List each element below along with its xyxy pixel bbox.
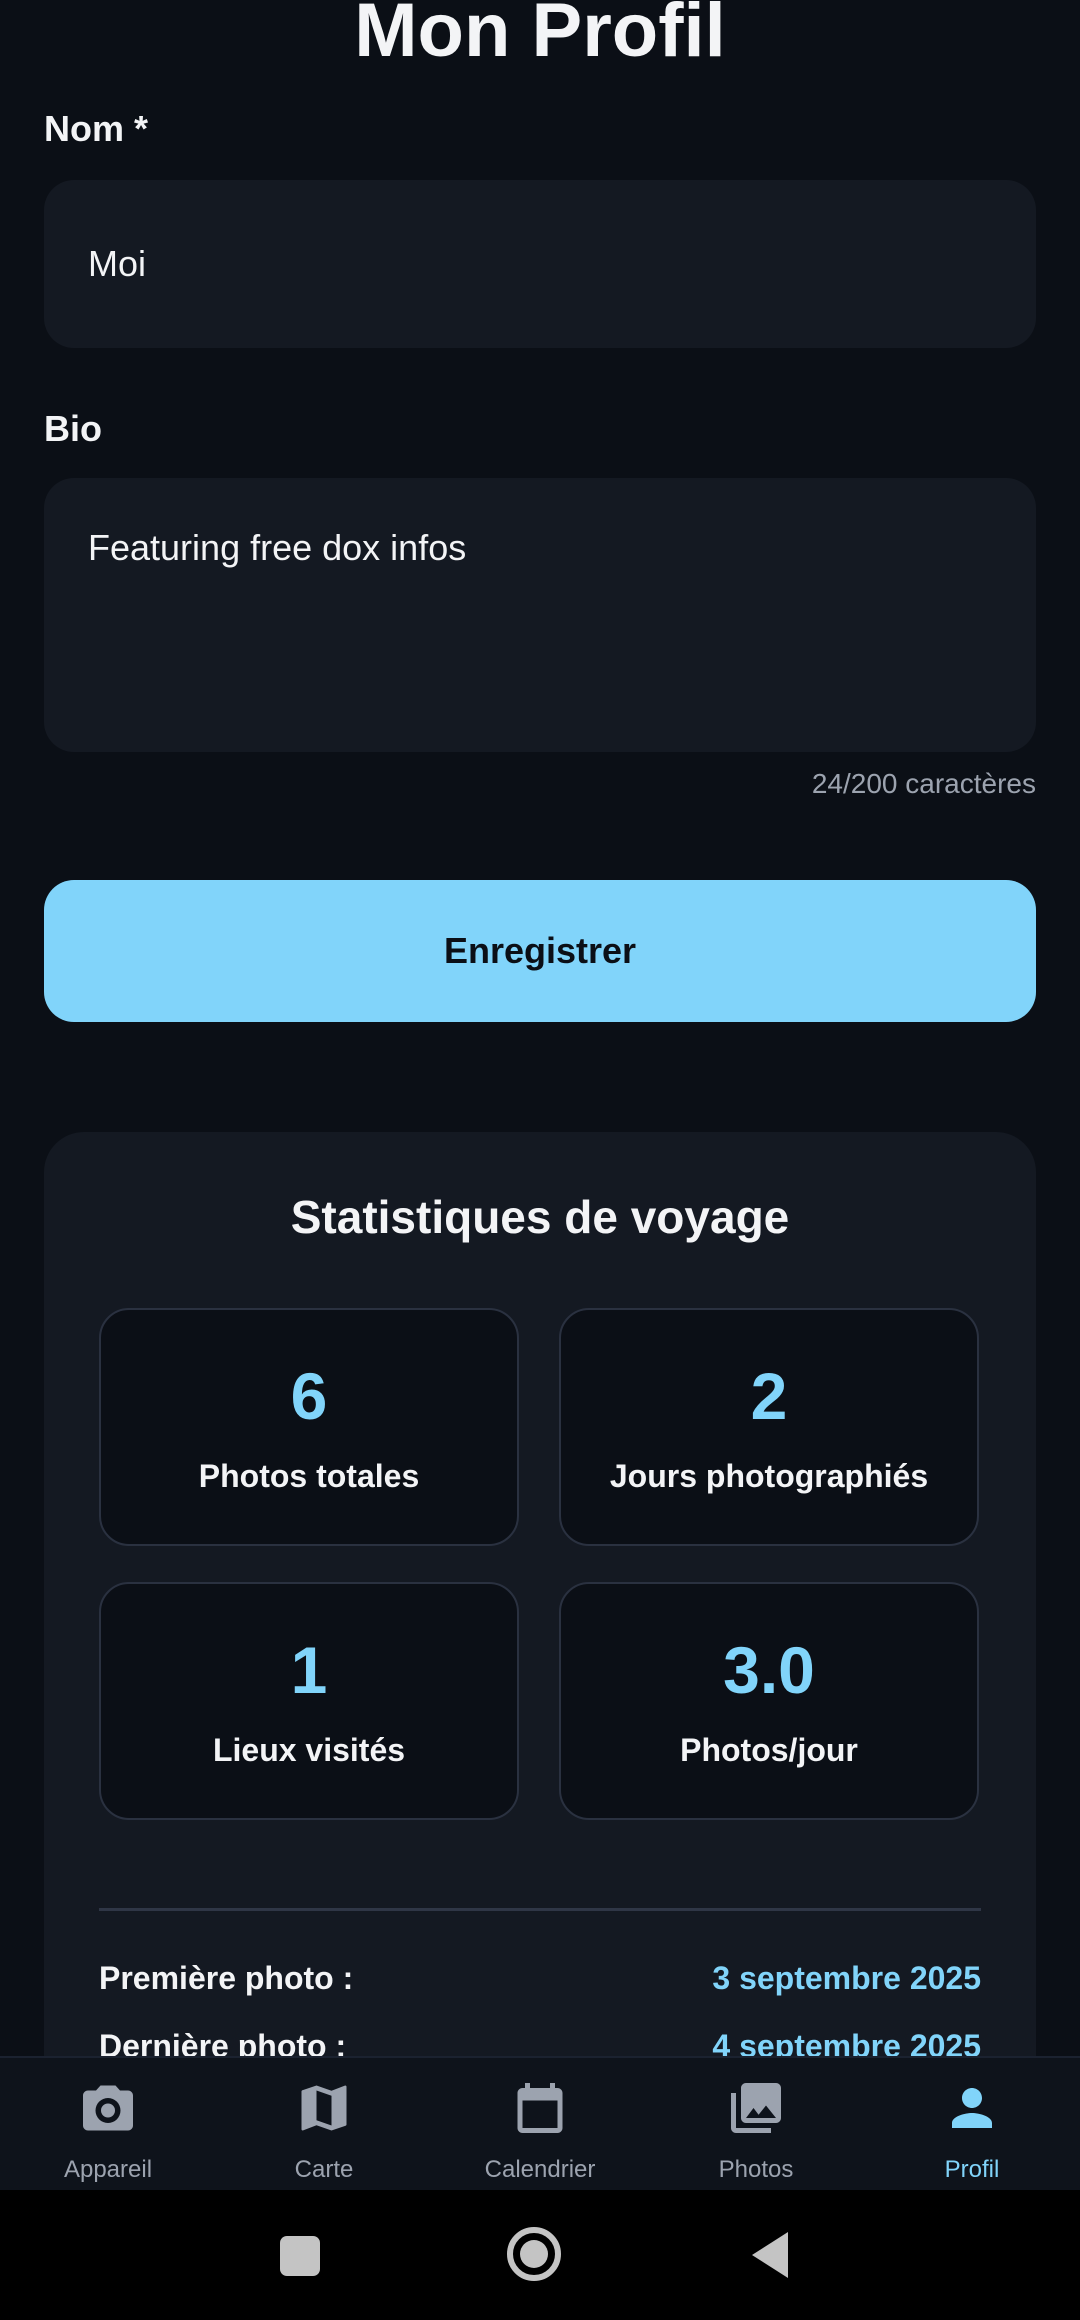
nav-item-carte[interactable]: Carte [216, 2058, 432, 2192]
calendar-icon [517, 2083, 563, 2133]
stat-label: Photos/jour [680, 1732, 858, 1768]
back-icon[interactable] [750, 2230, 790, 2280]
name-label: Nom * [44, 108, 149, 149]
nav-label: Photos [718, 2156, 794, 2183]
bio-field[interactable]: Featuring free dox infos [44, 478, 1036, 752]
recents-icon[interactable] [278, 2234, 322, 2278]
bottom-navigation: Appareil Carte Calendrier Photos Profil [0, 2056, 1080, 2192]
nav-item-profil[interactable]: Profil [864, 2058, 1080, 2192]
stats-title: Statistiques de voyage [290, 1191, 790, 1243]
nav-label: Carte [294, 2156, 354, 2183]
save-button[interactable]: Enregistrer [44, 880, 1036, 1022]
nav-item-photos[interactable]: Photos [648, 2058, 864, 2192]
bio-character-counter: 24/200 caractères [811, 768, 1036, 799]
stat-places-visited: 1 Lieux visités [99, 1582, 519, 1820]
nav-item-appareil[interactable]: Appareil [0, 2058, 216, 2192]
first-photo-label: Première photo : [99, 1960, 354, 1996]
photo-library-icon [731, 2083, 781, 2133]
stat-label: Photos totales [198, 1458, 420, 1494]
stat-photos-per-day: 3.0 Photos/jour [559, 1582, 979, 1820]
first-photo-date: 3 septembre 2025 [712, 1960, 981, 1996]
stat-label: Lieux visités [212, 1732, 406, 1768]
page-title: Mon Profil [354, 0, 726, 73]
nav-label: Calendrier [484, 2156, 596, 2183]
stats-divider [99, 1908, 981, 1911]
name-field[interactable]: Moi [44, 180, 1036, 348]
stat-days-photographed: 2 Jours photographiés [559, 1308, 979, 1546]
stat-value: 6 [290, 1359, 328, 1433]
nav-label: Profil [944, 2156, 1000, 2183]
nav-item-calendrier[interactable]: Calendrier [432, 2058, 648, 2192]
stat-value: 1 [290, 1633, 328, 1707]
stat-value: 2 [750, 1359, 788, 1433]
person-icon [952, 2088, 992, 2128]
home-icon[interactable] [506, 2226, 562, 2282]
bio-label: Bio [44, 408, 102, 449]
camera-icon [83, 2085, 133, 2131]
travel-stats-card: Statistiques de voyage 6 Photos totales … [44, 1132, 1036, 2132]
stat-value: 3.0 [723, 1633, 815, 1707]
stat-label: Jours photographiés [609, 1458, 929, 1494]
nav-label: Appareil [63, 2156, 153, 2183]
map-icon [301, 2085, 347, 2131]
system-navigation-bar [0, 2190, 1080, 2320]
stat-total-photos: 6 Photos totales [99, 1308, 519, 1546]
